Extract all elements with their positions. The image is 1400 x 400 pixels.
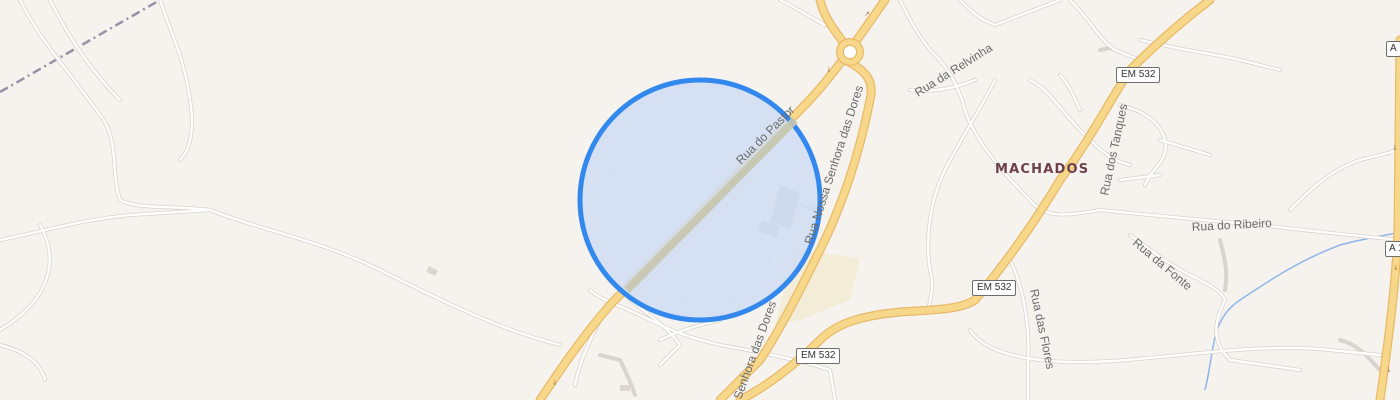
railway-line — [0, 0, 161, 94]
route-shield-em532-mid: EM 532 — [972, 280, 1017, 296]
svg-text:↗: ↗ — [864, 10, 870, 18]
route-shield-em532-bottom: EM 532 — [796, 348, 841, 364]
map-view[interactable]: Rua do Pastor Rua da Relvinha Rua Nossa … — [0, 0, 1400, 400]
svg-text:↓: ↓ — [1386, 366, 1392, 374]
route-shield-a-mid: A 1 — [1385, 241, 1400, 257]
svg-text:↓: ↓ — [826, 66, 832, 74]
place-label-machados: MACHADOS — [995, 162, 1090, 177]
svg-text:↓: ↓ — [552, 379, 558, 387]
street-label-rua-da-relvinha: Rua da Relvinha — [912, 40, 995, 99]
street-label-rua-da-fonte: Rua da Fonte — [1130, 236, 1195, 294]
map-canvas: Rua do Pastor Rua da Relvinha Rua Nossa … — [0, 0, 1400, 400]
route-shield-a-top: A — [1386, 41, 1400, 57]
street-label-rua-do-ribeiro: Rua do Ribeiro — [1191, 216, 1272, 234]
stream — [1204, 231, 1400, 391]
svg-text:↓: ↓ — [1393, 264, 1399, 272]
route-shield-em532-top: EM 532 — [1116, 67, 1161, 83]
svg-text:↓: ↓ — [1392, 144, 1398, 152]
